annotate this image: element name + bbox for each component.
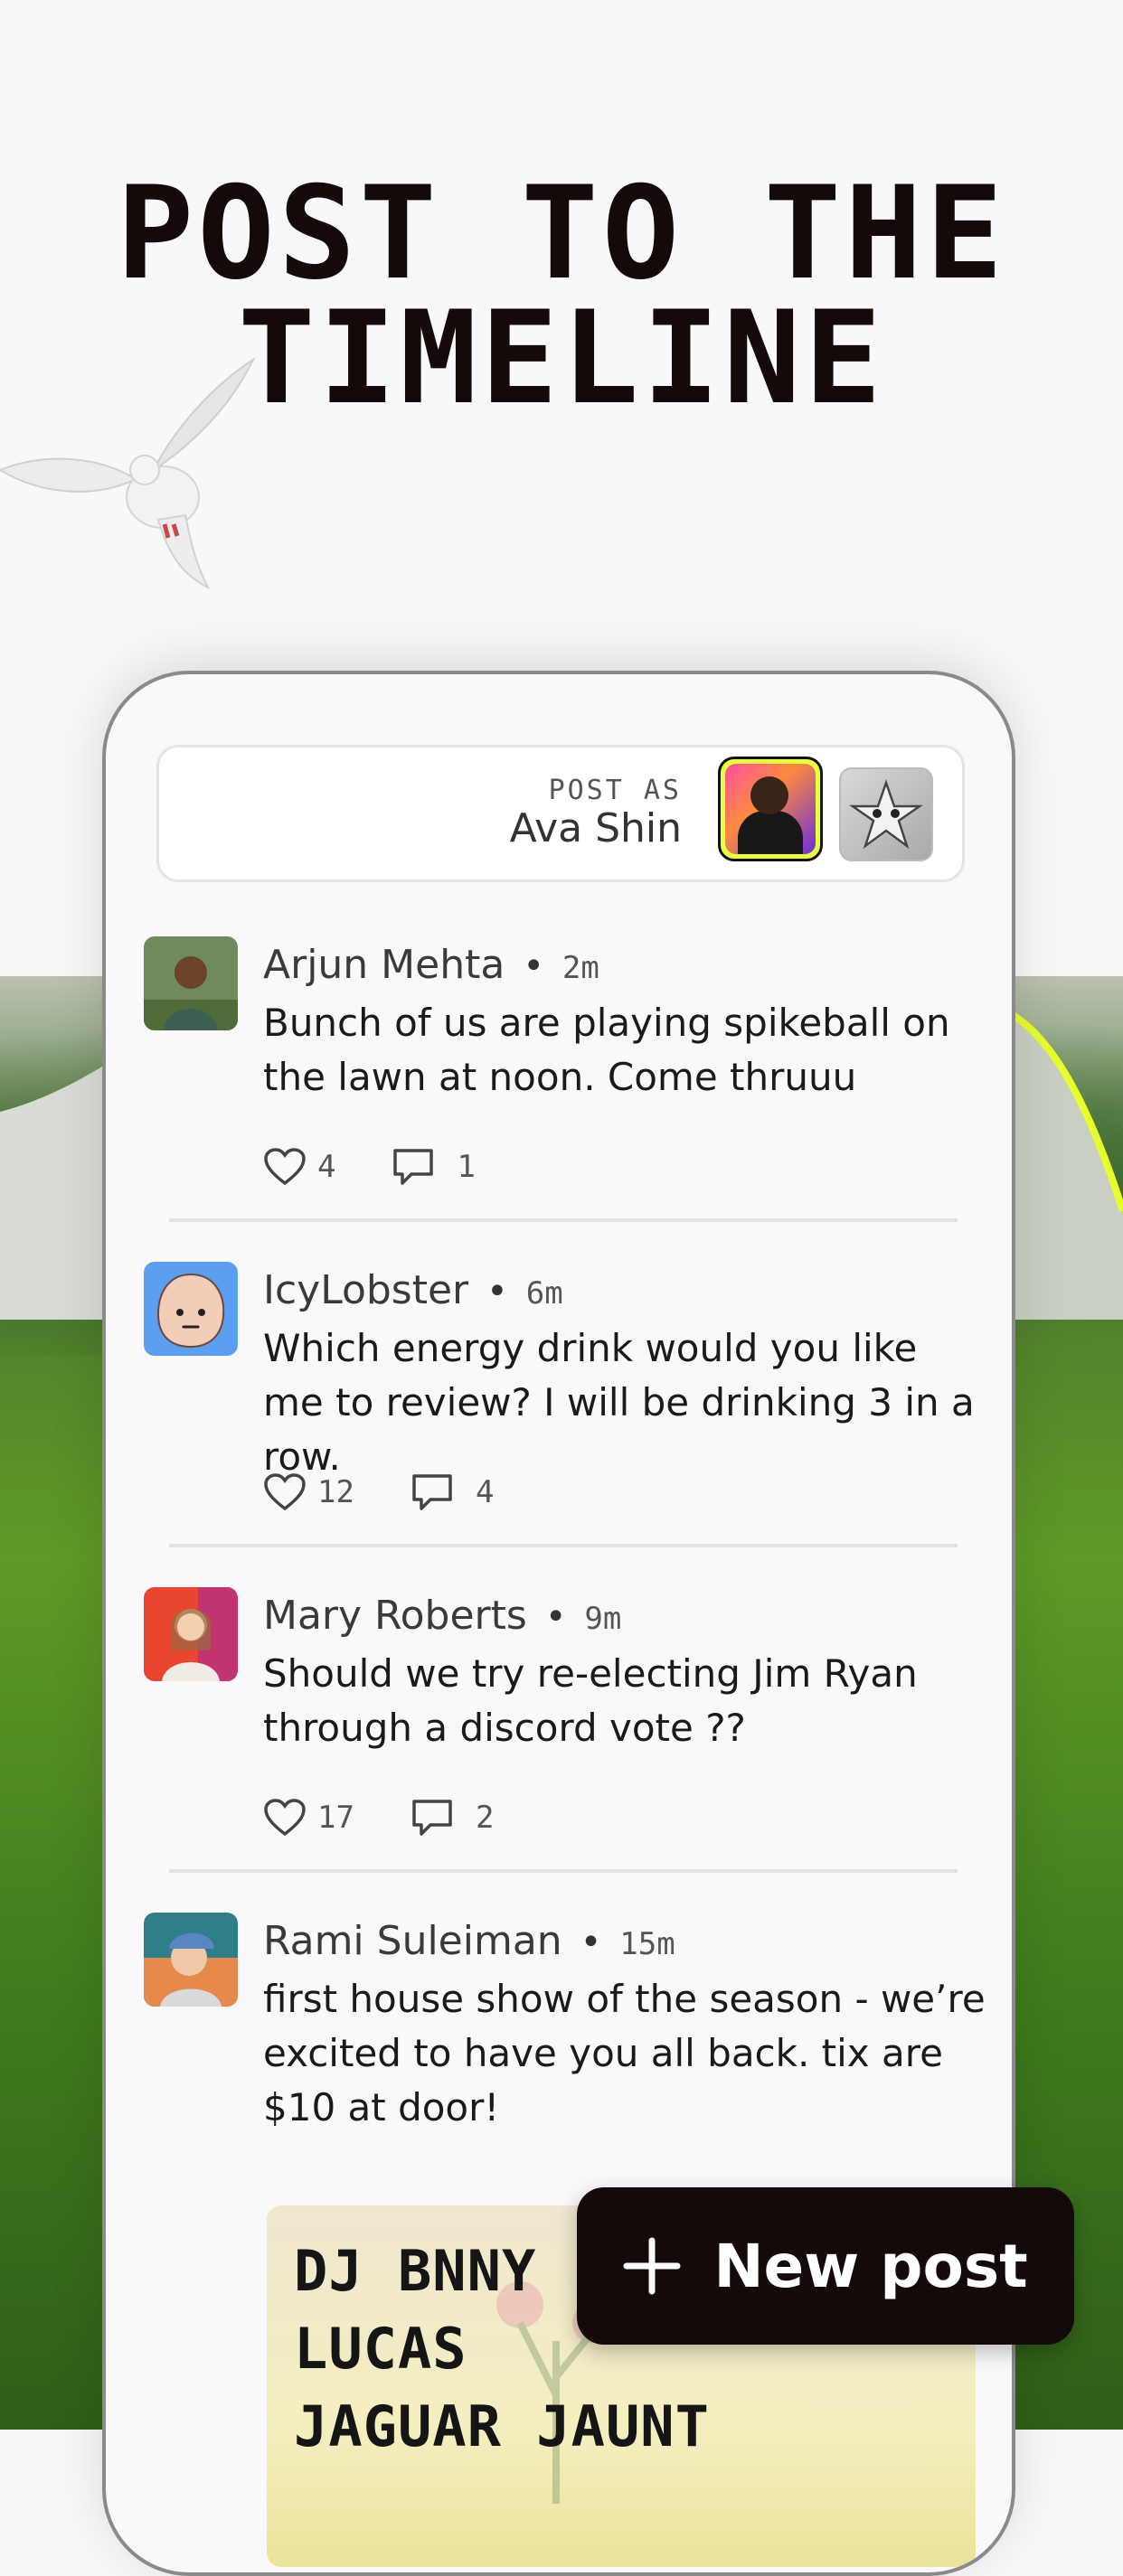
divider	[169, 1544, 958, 1547]
post-as-caption: POST AS	[548, 775, 682, 806]
selected-profile-avatar[interactable]	[718, 757, 823, 861]
divider	[169, 1869, 958, 1873]
headline-line-1: POST TO THE	[116, 159, 1007, 308]
comment-button[interactable]: 1	[392, 1147, 476, 1187]
post-actions: 17 2	[263, 1795, 494, 1840]
comment-button[interactable]: 4	[411, 1472, 494, 1512]
post-body: Which energy drink would you like me to …	[263, 1326, 975, 1479]
post-time: 9m	[584, 1601, 622, 1637]
post-author[interactable]: IcyLobster	[263, 1267, 468, 1313]
avatar[interactable]	[144, 1587, 238, 1681]
post-time: 6m	[525, 1275, 563, 1312]
like-button[interactable]: 17	[263, 1798, 354, 1838]
heart-icon	[264, 1799, 306, 1837]
avatar[interactable]	[144, 936, 238, 1030]
like-count: 4	[317, 1149, 336, 1185]
post-author[interactable]: Arjun Mehta	[263, 942, 505, 988]
post-author[interactable]: Mary Roberts	[263, 1593, 527, 1639]
separator-dot: •	[486, 1271, 508, 1312]
comment-icon	[412, 1474, 452, 1510]
post-as-name: Ava Shin	[509, 805, 682, 851]
comment-icon	[393, 1149, 434, 1185]
star-icon	[849, 779, 923, 850]
post-time: 15m	[619, 1926, 675, 1962]
post-actions: 12 4	[263, 1470, 494, 1515]
like-count: 17	[317, 1800, 354, 1836]
post-body: first house show of the season - we’re e…	[263, 1977, 986, 2129]
comment-count: 1	[457, 1149, 476, 1185]
separator-dot: •	[544, 1596, 567, 1638]
like-count: 12	[317, 1474, 354, 1510]
post-author[interactable]: Rami Suleiman	[263, 1918, 562, 1964]
avatar[interactable]	[144, 1913, 238, 2007]
like-button[interactable]: 4	[263, 1147, 335, 1187]
heart-icon	[264, 1473, 306, 1511]
post-body: Bunch of us are playing spikeball on the…	[263, 1001, 950, 1099]
anonymous-avatar[interactable]	[839, 767, 933, 861]
comment-button[interactable]: 2	[411, 1798, 494, 1838]
like-button[interactable]: 12	[263, 1472, 354, 1512]
separator-dot: •	[523, 945, 544, 987]
divider	[169, 1218, 958, 1222]
comment-count: 2	[475, 1800, 495, 1836]
comment-icon	[412, 1800, 452, 1836]
flyer-line-3: JAGUAR JAUNT	[294, 2393, 710, 2459]
post-actions: 4 1	[263, 1144, 476, 1189]
heart-icon	[264, 1148, 306, 1186]
new-post-label: New post	[713, 2231, 1028, 2301]
dove-illustration	[0, 357, 256, 590]
new-post-button[interactable]: New post	[577, 2187, 1074, 2345]
separator-dot: •	[580, 1922, 602, 1963]
post-time: 2m	[562, 950, 599, 986]
comment-count: 4	[475, 1474, 495, 1510]
post-as-selector[interactable]: POST AS Ava Shin	[156, 745, 965, 882]
avatar[interactable]	[144, 1262, 238, 1356]
plus-icon	[623, 2237, 681, 2295]
post-body: Should we try re-electing Jim Ryan throu…	[263, 1651, 918, 1750]
